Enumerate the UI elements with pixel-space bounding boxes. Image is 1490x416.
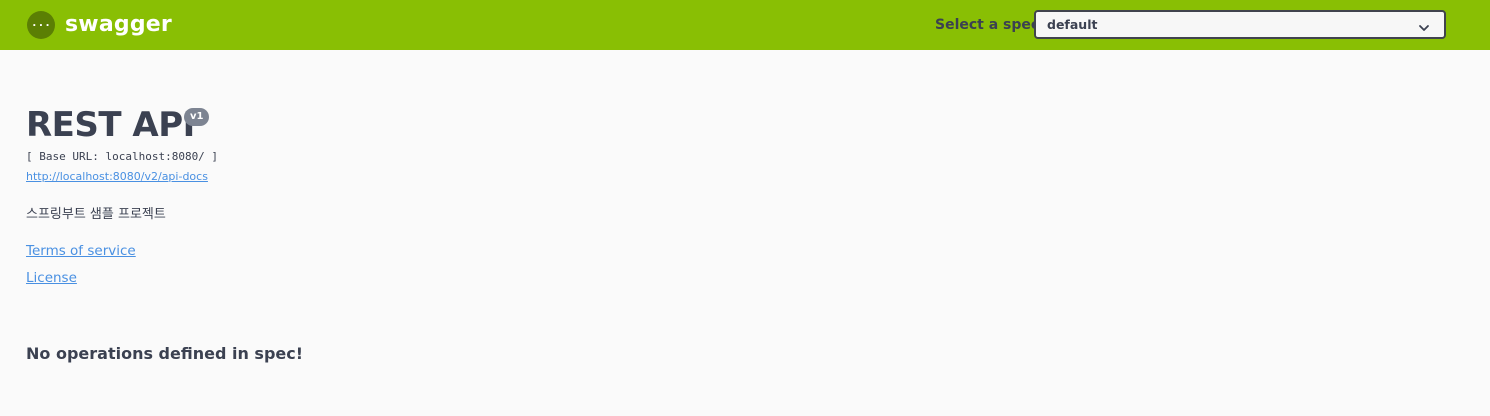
base-url: [ Base URL: localhost:8080/ ] <box>26 150 219 163</box>
top-bar: {···} swagger Select a spec default <box>0 0 1490 50</box>
svg-text:{···}: {···} <box>32 19 50 32</box>
swagger-logo-icon: {···} <box>27 11 55 39</box>
brand[interactable]: {···} swagger <box>27 11 172 39</box>
api-docs-link[interactable]: http://localhost:8080/v2/api-docs <box>26 170 208 184</box>
api-description: 스프링부트 샘플 프로젝트 <box>26 207 166 222</box>
no-operations-message: No operations defined in spec! <box>26 344 304 363</box>
spec-select[interactable]: default <box>1034 10 1446 39</box>
terms-of-service-link[interactable]: Terms of service <box>26 242 136 260</box>
spec-selected-value: default <box>1047 17 1098 32</box>
select-spec-label: Select a spec <box>935 17 1040 33</box>
chevron-down-icon <box>1418 19 1430 38</box>
license-link[interactable]: License <box>26 269 77 287</box>
api-title: REST API <box>26 105 195 145</box>
brand-name: swagger <box>65 12 172 37</box>
version-badge: v1 <box>184 108 210 126</box>
